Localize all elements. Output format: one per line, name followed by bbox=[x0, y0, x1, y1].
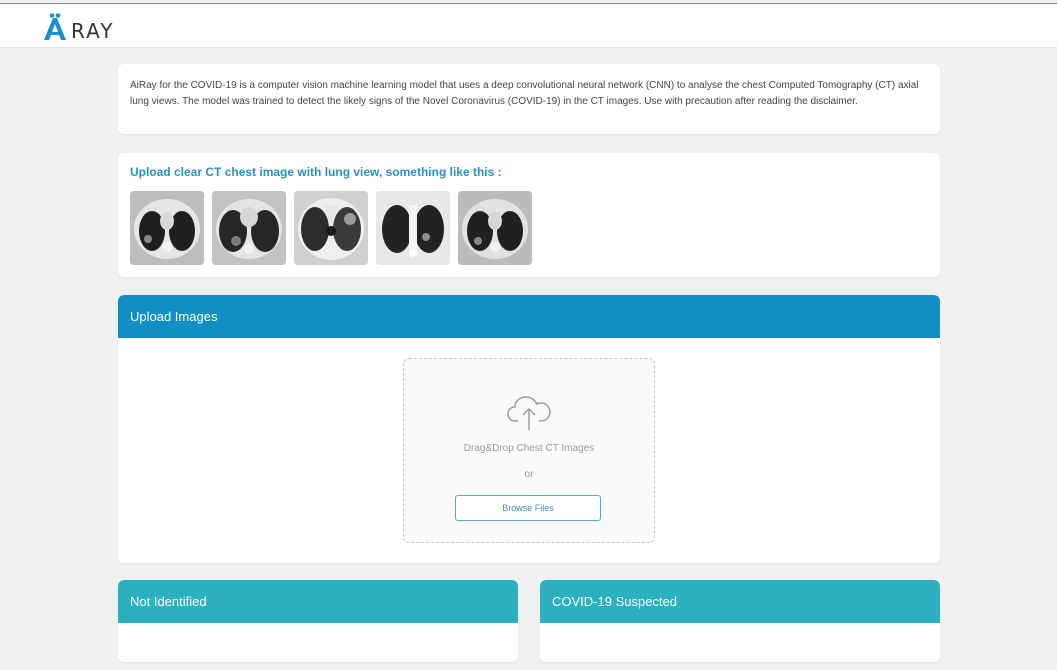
sample-ct-image bbox=[212, 191, 286, 265]
cloud-upload-icon bbox=[506, 391, 552, 431]
covid-suspected-title: COVID-19 Suspected bbox=[552, 594, 678, 609]
sample-thumbnails bbox=[130, 191, 532, 265]
upload-images-card: Upload Images Drag&Drop Chest CT Images … bbox=[118, 295, 940, 563]
intro-text: AiRay for the COVID-19 is a computer vis… bbox=[130, 80, 919, 107]
sample-ct-image bbox=[376, 191, 450, 265]
browse-files-button[interactable]: Browse Files bbox=[455, 495, 601, 521]
not-identified-title: Not Identified bbox=[130, 594, 207, 609]
intro-card: AiRay for the COVID-19 is a computer vis… bbox=[118, 64, 940, 134]
sample-ct-image bbox=[294, 191, 368, 265]
not-identified-header: Not Identified bbox=[118, 580, 518, 623]
covid-suspected-header: COVID-19 Suspected bbox=[540, 580, 940, 623]
image-dropzone[interactable]: Drag&Drop Chest CT Images or Browse File… bbox=[403, 358, 655, 543]
dropzone-or: or bbox=[524, 469, 534, 480]
airay-logo[interactable]: RAY bbox=[40, 12, 114, 42]
logo-a-icon bbox=[40, 12, 70, 42]
upload-panel-header: Upload Images bbox=[118, 295, 940, 338]
sample-images-card: Upload clear CT chest image with lung vi… bbox=[118, 153, 940, 277]
sample-ct-image bbox=[458, 191, 532, 265]
dropzone-instruction: Drag&Drop Chest CT Images bbox=[463, 443, 595, 454]
samples-heading: Upload clear CT chest image with lung vi… bbox=[130, 165, 502, 179]
upload-panel-title: Upload Images bbox=[130, 309, 218, 324]
sample-ct-image bbox=[130, 191, 204, 265]
logo-text: RAY bbox=[71, 19, 115, 43]
not-identified-card: Not Identified bbox=[118, 580, 518, 662]
covid-suspected-card: COVID-19 Suspected bbox=[540, 580, 940, 662]
app-header: RAY bbox=[0, 4, 1057, 48]
